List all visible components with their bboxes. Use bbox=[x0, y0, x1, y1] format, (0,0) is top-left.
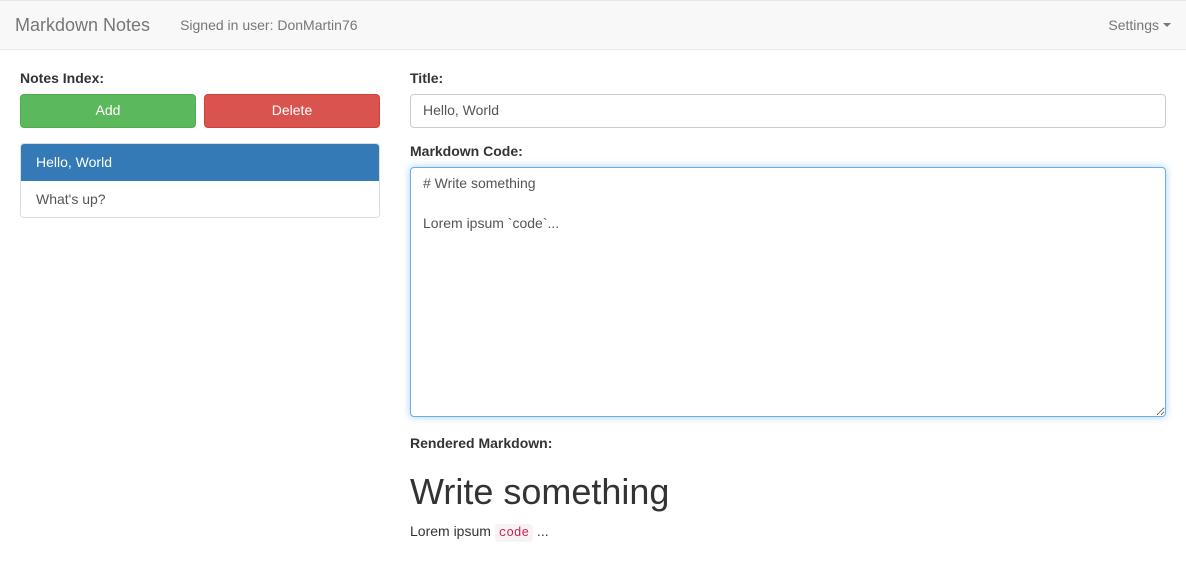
app-brand[interactable]: Markdown Notes bbox=[15, 15, 165, 36]
title-input[interactable] bbox=[410, 94, 1166, 128]
rendered-code: code bbox=[495, 524, 533, 542]
rendered-label: Rendered Markdown: bbox=[410, 435, 1166, 451]
rendered-heading: Write something bbox=[410, 471, 1166, 513]
markdown-label: Markdown Code: bbox=[410, 143, 1166, 159]
rendered-output: Write something Lorem ipsum code ... bbox=[410, 471, 1166, 540]
rendered-paragraph: Lorem ipsum code ... bbox=[410, 523, 1166, 540]
note-item[interactable]: What's up? bbox=[21, 181, 379, 217]
sidebar: Notes Index: Add Delete Hello, World Wha… bbox=[20, 70, 380, 555]
notes-list: Hello, World What's up? bbox=[20, 143, 380, 218]
title-label: Title: bbox=[410, 70, 1166, 86]
settings-dropdown[interactable]: Settings bbox=[1108, 17, 1171, 33]
add-button[interactable]: Add bbox=[20, 94, 196, 128]
markdown-textarea[interactable]: # Write something Lorem ipsum `code`... bbox=[410, 167, 1166, 417]
caret-down-icon bbox=[1163, 23, 1171, 27]
delete-button[interactable]: Delete bbox=[204, 94, 380, 128]
note-item[interactable]: Hello, World bbox=[21, 144, 379, 181]
signed-in-text: Signed in user: DonMartin76 bbox=[180, 17, 357, 33]
main-editor: Title: Markdown Code: # Write something … bbox=[410, 70, 1166, 555]
navbar: Markdown Notes Signed in user: DonMartin… bbox=[0, 0, 1186, 50]
notes-index-label: Notes Index: bbox=[20, 70, 380, 86]
